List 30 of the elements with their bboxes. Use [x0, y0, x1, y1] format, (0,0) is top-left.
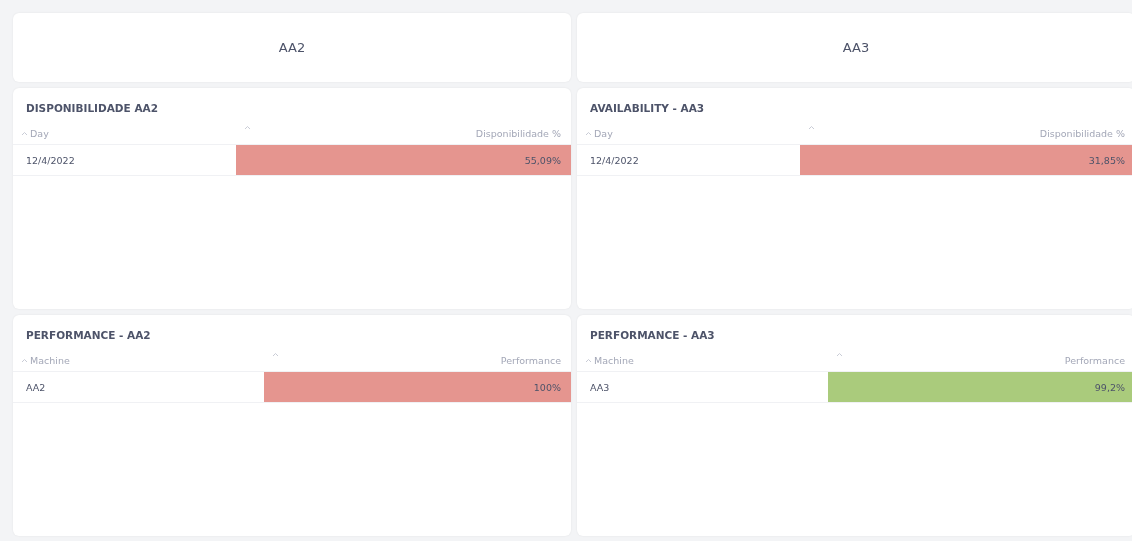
table-cell: 55,09%: [236, 145, 571, 175]
column-header[interactable]: Performance: [500, 354, 561, 366]
table-title: AVAILABILITY - AA3: [590, 102, 705, 114]
table-cell: 31,85%: [800, 145, 1132, 175]
column-header[interactable]: Disponibilidade %: [475, 127, 561, 139]
column-header[interactable]: Day: [30, 127, 49, 139]
sort-caret-icon[interactable]: [21, 357, 28, 363]
table-title: PERFORMANCE - AA2: [26, 329, 151, 341]
sort-caret-icon[interactable]: [21, 130, 28, 136]
column-header[interactable]: Performance: [1064, 354, 1125, 366]
table-title: PERFORMANCE - AA3: [590, 329, 715, 341]
table-cell-text: AA2: [25, 380, 47, 395]
column-header[interactable]: Machine: [594, 354, 634, 366]
sort-caret-icon[interactable]: [585, 130, 592, 136]
column-header[interactable]: Day: [594, 127, 613, 139]
column-header[interactable]: Machine: [30, 354, 70, 366]
table-cell-text: 12/4/2022: [589, 153, 640, 168]
column-header[interactable]: Disponibilidade %: [1039, 127, 1125, 139]
table-cell-text: 12/4/2022: [25, 153, 76, 168]
section-title: AA3: [842, 40, 870, 55]
table-cell: 100%: [264, 372, 571, 402]
table-title: DISPONIBILIDADE AA2: [26, 102, 158, 114]
sort-caret-icon[interactable]: [585, 357, 592, 363]
section-title: AA2: [278, 40, 306, 55]
sort-caret-icon[interactable]: [836, 352, 844, 357]
sort-caret-icon[interactable]: [808, 125, 816, 130]
table-cell-text: AA3: [589, 380, 611, 395]
sort-caret-icon[interactable]: [272, 352, 280, 357]
sort-caret-icon[interactable]: [244, 125, 252, 130]
table-cell: 99,2%: [828, 372, 1132, 402]
